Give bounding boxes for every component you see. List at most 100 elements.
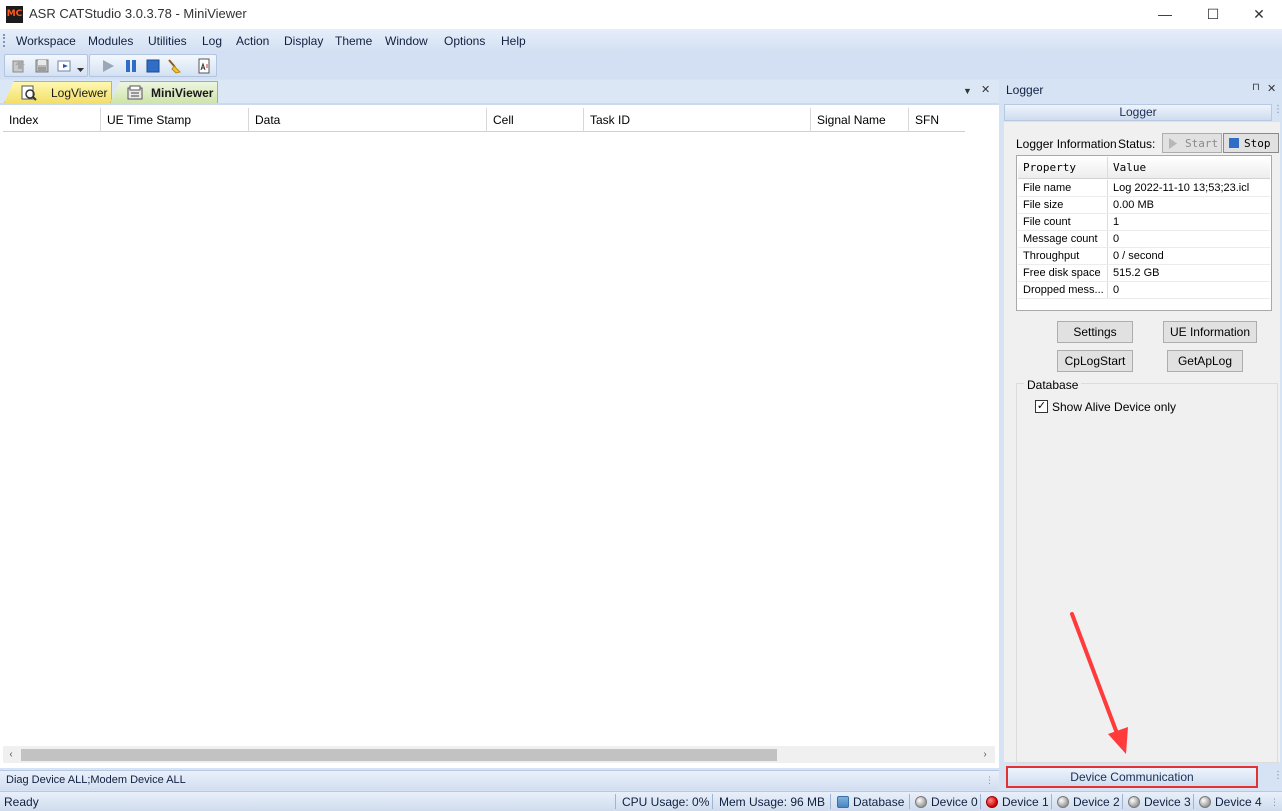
- device-filter-status: Diag Device ALL;Modem Device ALL ⋮: [0, 770, 999, 790]
- pause-icon[interactable]: [123, 58, 139, 74]
- stop-button-label: Stop: [1244, 137, 1271, 150]
- status-bar: Ready CPU Usage: 0% Mem Usage: 96 MB Dat…: [0, 791, 1282, 811]
- scroll-right-icon[interactable]: ›: [977, 746, 993, 763]
- scrollbar-thumb[interactable]: [21, 749, 777, 761]
- maximize-button[interactable]: ☐: [1190, 0, 1236, 29]
- pane-dropdown-icon[interactable]: ▼: [963, 86, 972, 96]
- menu-window[interactable]: Window: [385, 34, 428, 48]
- column-index[interactable]: Index: [3, 108, 101, 132]
- save-icon[interactable]: [34, 58, 50, 74]
- magnifier-icon: [21, 85, 37, 101]
- device-0-status[interactable]: Device 0: [915, 795, 978, 809]
- column-sfn[interactable]: SFN: [909, 108, 965, 132]
- header-value[interactable]: Value: [1113, 157, 1270, 179]
- header-property[interactable]: Property: [1023, 157, 1109, 179]
- property-cell: File count: [1023, 216, 1071, 228]
- annotation-arrow-icon: [1070, 612, 1128, 754]
- device-4-status[interactable]: Device 4: [1199, 795, 1262, 809]
- property-table-header: Property Value: [1018, 157, 1270, 179]
- menu-action[interactable]: Action: [236, 34, 269, 48]
- menu-log[interactable]: Log: [202, 34, 222, 48]
- logger-close-icon[interactable]: ✕: [1267, 82, 1276, 95]
- property-cell: Message count: [1023, 233, 1098, 245]
- getaplog-button[interactable]: GetApLog: [1167, 350, 1243, 372]
- device-communication-tab[interactable]: Device Communication: [1006, 766, 1258, 788]
- report-icon[interactable]: [196, 58, 212, 74]
- device-3-status[interactable]: Device 3: [1128, 795, 1191, 809]
- device-2-status[interactable]: Device 2: [1057, 795, 1120, 809]
- pane-close-icon[interactable]: ✕: [981, 83, 990, 96]
- logger-section-header[interactable]: Logger: [1004, 104, 1272, 121]
- device-1-label: Device 1: [1002, 795, 1049, 809]
- column-ue-time-stamp[interactable]: UE Time Stamp: [101, 108, 249, 132]
- device-0-label: Device 0: [931, 795, 978, 809]
- stop-icon[interactable]: [145, 58, 161, 74]
- import-icon[interactable]: [11, 58, 27, 74]
- play-icon[interactable]: [100, 58, 116, 74]
- toolbar-group-control: [89, 54, 217, 77]
- table-row: File name Log 2022-11-10 13;53;23.icl: [1018, 180, 1270, 197]
- clear-icon[interactable]: [166, 58, 182, 74]
- value-cell: 0.00 MB: [1113, 199, 1154, 211]
- device-2-label: Device 2: [1073, 795, 1120, 809]
- horizontal-scrollbar[interactable]: ‹ ›: [3, 746, 995, 763]
- table-row: Message count 0: [1018, 231, 1270, 248]
- show-alive-label[interactable]: Show Alive Device only: [1052, 400, 1176, 414]
- menu-display[interactable]: Display: [284, 34, 323, 48]
- table-row: File count 1: [1018, 214, 1270, 231]
- menu-options[interactable]: Options: [444, 34, 485, 48]
- value-cell: 0: [1113, 284, 1120, 296]
- toolbar-dropdown-icon[interactable]: [76, 65, 85, 74]
- table-row: Free disk space 515.2 GB: [1018, 265, 1270, 282]
- database-status[interactable]: Database: [837, 795, 904, 809]
- logger-property-table: Property Value File name Log 2022-11-10 …: [1016, 155, 1272, 311]
- value-cell: Log 2022-11-10 13;53;23.icl: [1113, 182, 1250, 194]
- column-signal-name[interactable]: Signal Name: [811, 108, 909, 132]
- scroll-left-icon[interactable]: ‹: [3, 746, 19, 763]
- column-cell[interactable]: Cell: [487, 108, 584, 132]
- menu-bar: Workspace Modules Utilities Log Action D…: [0, 29, 1282, 52]
- device-4-led-icon: [1199, 796, 1211, 808]
- menu-modules[interactable]: Modules: [88, 34, 133, 48]
- show-alive-checkbox[interactable]: ✓: [1035, 400, 1048, 413]
- start-play-icon: [1169, 138, 1177, 149]
- table-row: Throughput 0 / second: [1018, 248, 1270, 265]
- minimize-button[interactable]: —: [1142, 0, 1188, 29]
- device-2-led-icon: [1057, 796, 1069, 808]
- cpu-usage: CPU Usage: 0%: [622, 795, 710, 809]
- title-bar: MC ASR CATStudio 3.0.3.78 - MiniViewer —…: [0, 0, 1282, 29]
- menu-grip-icon: [3, 34, 6, 47]
- value-cell: 1: [1113, 216, 1120, 228]
- devcomm-grip-icon: ⋮: [1273, 770, 1282, 781]
- tab-logviewer[interactable]: LogViewer: [4, 81, 112, 103]
- pin-icon[interactable]: ⊓: [1252, 82, 1260, 93]
- property-cell: File size: [1023, 199, 1064, 211]
- export-icon[interactable]: [57, 58, 73, 74]
- column-task-id[interactable]: Task ID: [584, 108, 811, 132]
- menu-help[interactable]: Help: [501, 34, 526, 48]
- device-0-led-icon: [915, 796, 927, 808]
- settings-button[interactable]: Settings: [1057, 321, 1133, 343]
- start-button-label: Start: [1185, 137, 1219, 150]
- tab-miniviewer-label: MiniViewer: [151, 86, 214, 100]
- cplogstart-button[interactable]: CpLogStart: [1057, 350, 1133, 372]
- close-window-button[interactable]: ✕: [1236, 0, 1282, 29]
- menu-theme[interactable]: Theme: [335, 34, 372, 48]
- database-icon: [837, 796, 849, 808]
- device-filter-text: Diag Device ALL;Modem Device ALL: [6, 774, 186, 786]
- start-button[interactable]: Start: [1162, 133, 1222, 153]
- table-row: Dropped mess... 0: [1018, 282, 1270, 299]
- ue-information-button[interactable]: UE Information: [1163, 321, 1257, 343]
- window-title: ASR CATStudio 3.0.3.78 - MiniViewer: [29, 6, 247, 21]
- tab-miniviewer[interactable]: MiniViewer: [110, 81, 218, 103]
- property-cell: File name: [1023, 182, 1072, 194]
- menu-workspace[interactable]: Workspace: [16, 34, 76, 48]
- menu-utilities[interactable]: Utilities: [148, 34, 187, 48]
- device-1-status[interactable]: Device 1: [986, 795, 1049, 809]
- column-data[interactable]: Data: [249, 108, 487, 132]
- property-cell: Throughput: [1023, 250, 1080, 262]
- stop-button[interactable]: Stop: [1223, 133, 1279, 153]
- status-label: Status:: [1118, 137, 1156, 151]
- toolbar-group-file: [4, 54, 88, 77]
- database-status-label: Database: [853, 795, 905, 809]
